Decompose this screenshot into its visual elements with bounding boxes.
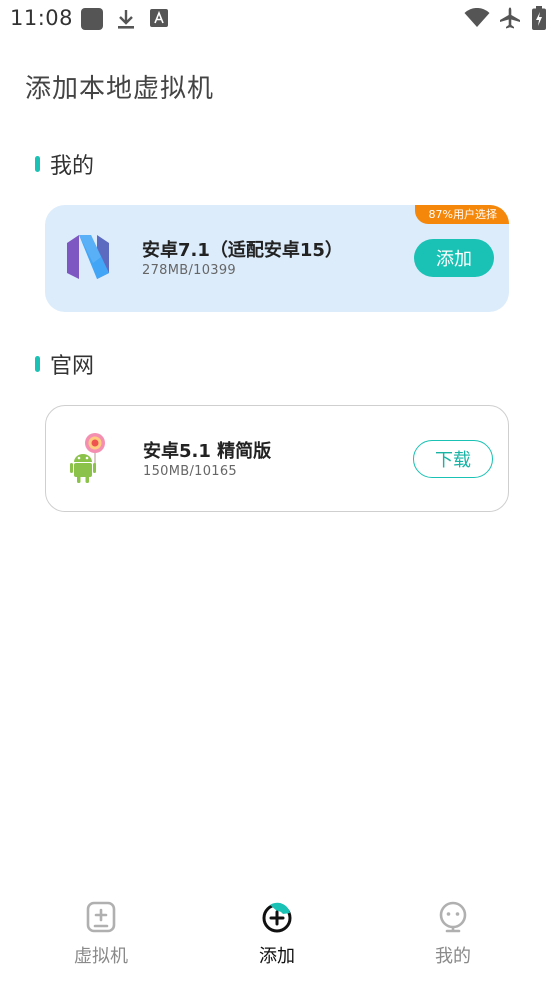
square-app-icon	[81, 8, 103, 30]
bottom-nav: 虚拟机 添加 我的	[0, 900, 554, 984]
add-circle-icon	[262, 902, 292, 933]
add-button[interactable]: 添加	[414, 239, 494, 277]
section-header-mine: 我的	[35, 149, 94, 179]
vm-name: 安卓7.1（适配安卓15）	[142, 240, 343, 261]
vm-size-info: 150MB/10165	[143, 464, 237, 479]
vm-name: 安卓5.1 精简版	[143, 441, 272, 462]
vm-card-android-5-1[interactable]: 安卓5.1 精简版 150MB/10165 下载	[45, 405, 509, 512]
section-title: 官网	[50, 354, 95, 379]
status-bar: 11:08	[0, 0, 554, 38]
popularity-badge: 87%用户选择	[414, 205, 509, 224]
page-title: 添加本地虚拟机	[25, 74, 215, 104]
section-title: 我的	[50, 154, 95, 179]
nav-label: 我的	[435, 946, 471, 967]
wifi-icon	[464, 8, 490, 27]
nav-item-profile[interactable]: 我的	[393, 900, 513, 968]
profile-icon	[439, 901, 467, 933]
nav-label: 虚拟机	[74, 946, 128, 967]
airplane-icon	[500, 7, 520, 29]
nav-label: 添加	[259, 946, 295, 967]
battery-charging-icon	[532, 6, 546, 30]
download-icon	[118, 10, 134, 29]
android-nougat-logo-icon	[67, 235, 109, 279]
section-header-official: 官网	[35, 349, 94, 379]
vm-size-info: 278MB/10399	[142, 263, 236, 278]
status-time: 11:08	[10, 6, 74, 30]
section-accent-bar	[35, 356, 40, 372]
download-button[interactable]: 下载	[413, 440, 493, 478]
android-lollipop-logo-icon	[70, 433, 105, 483]
nav-item-add[interactable]: 添加	[217, 900, 337, 968]
nav-item-virtual-machine[interactable]: 虚拟机	[41, 900, 161, 968]
virtual-machine-icon	[86, 901, 116, 933]
vm-card-android-7-1[interactable]: 87%用户选择 安卓7.1（适配安卓15） 278MB/10399 添加	[45, 205, 509, 312]
section-accent-bar	[35, 156, 40, 172]
font-a-icon	[150, 9, 168, 27]
